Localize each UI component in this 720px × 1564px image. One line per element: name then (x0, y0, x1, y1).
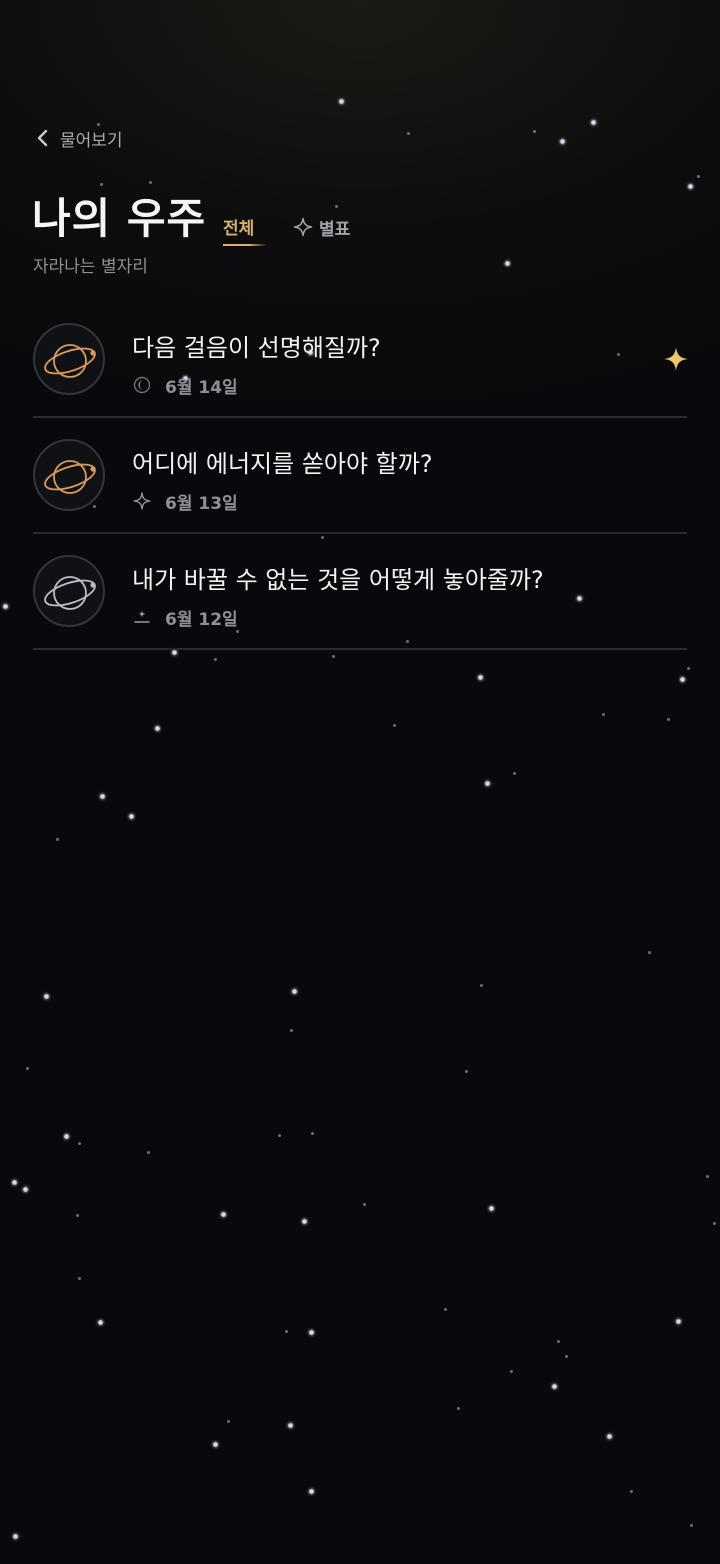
star-dot (41, 991, 52, 1002)
question-meta: 6월 12일 (133, 604, 238, 630)
question-text: 내가 바꿀 수 없는 것을 어떻게 놓아줄까? (132, 566, 544, 594)
star-dot (502, 258, 513, 269)
star-dot (78, 1277, 81, 1280)
question-meta: 6월 13일 (133, 488, 238, 514)
star-dot (457, 1407, 460, 1410)
planet-avatar (33, 439, 105, 511)
question-list: 다음 걸음이 선명해질까? 6월 14일 어디에 에너지를 쏟아야 할까? 6월… (33, 302, 689, 650)
star-dot (290, 1029, 293, 1032)
star-dot (76, 1214, 79, 1217)
question-date: 6월 14일 (165, 377, 238, 398)
tab-starred-label: 별표 (319, 219, 351, 240)
star-dot (475, 672, 486, 683)
page-subtitle: 자라나는 별자리 (33, 257, 148, 277)
star-filled-icon[interactable] (663, 346, 689, 372)
star-dot (335, 205, 338, 208)
star-dot (557, 136, 568, 147)
star-dot (673, 1316, 684, 1327)
back-label: 물어보기 (60, 130, 123, 151)
star-dot (393, 724, 396, 727)
question-item[interactable]: 내가 바꿀 수 없는 것을 어떻게 놓아줄까? 6월 12일 (33, 534, 687, 650)
star-dot (407, 132, 410, 135)
planet-icon (44, 460, 96, 494)
moon-icon (133, 376, 151, 394)
question-item[interactable]: 다음 걸음이 선명해질까? 6월 14일 (33, 302, 689, 418)
star-dot (152, 723, 163, 734)
sunrise-icon (134, 610, 150, 623)
star-dot (26, 1067, 29, 1070)
star-dot (299, 1216, 310, 1227)
question-text: 다음 걸음이 선명해질까? (132, 334, 381, 362)
star-dot (685, 181, 696, 192)
planet-avatar (33, 323, 105, 395)
star-dot (210, 1439, 221, 1450)
question-date: 6월 13일 (165, 493, 238, 514)
sparkle-icon (133, 492, 151, 510)
star-dot (557, 1340, 560, 1343)
star-dot (602, 713, 605, 716)
star-dot (480, 984, 483, 987)
star-dot (20, 1184, 31, 1195)
question-date: 6월 12일 (165, 609, 238, 630)
star-dot (697, 175, 700, 178)
star-dot (214, 658, 217, 661)
star-dot (533, 130, 536, 133)
star-dot (630, 1490, 633, 1493)
star-dot (513, 772, 516, 775)
tab-all[interactable]: 전체 (223, 214, 254, 239)
planet-icon (44, 344, 96, 378)
star-dot (482, 778, 493, 789)
star-dot (61, 1131, 72, 1142)
star-dot (677, 674, 688, 685)
star-dot (588, 117, 599, 128)
question-item[interactable]: 어디에 에너지를 쏟아야 할까? 6월 13일 (33, 418, 687, 534)
star-dot (667, 718, 670, 721)
star-dot (444, 1308, 447, 1311)
star-dot (149, 181, 152, 184)
planet-icon (44, 576, 96, 610)
star-dot (510, 1370, 513, 1373)
star-dot (10, 1531, 21, 1542)
star-dot (0, 601, 11, 612)
star-dot (486, 1203, 497, 1214)
star-dot (285, 1420, 296, 1431)
star-dot (289, 986, 300, 997)
star-dot (147, 1151, 150, 1154)
page-title: 나의 우주 (32, 194, 207, 243)
star-dot (648, 951, 651, 954)
star-dot (706, 1175, 709, 1178)
star-dot (604, 1431, 615, 1442)
star-outline-icon (293, 217, 313, 237)
back-button[interactable]: 물어보기 (36, 122, 123, 154)
star-dot (285, 1330, 288, 1333)
star-dot (687, 667, 690, 670)
star-dot (565, 1355, 568, 1358)
star-dot (465, 1070, 468, 1073)
star-dot (95, 1317, 106, 1328)
star-dot (311, 1132, 314, 1135)
star-dot (336, 96, 347, 107)
tab-starred[interactable]: 별표 (293, 214, 350, 240)
star-dot (332, 655, 335, 658)
star-dot (227, 1420, 230, 1423)
star-dot (306, 1486, 317, 1497)
question-text: 어디에 에너지를 쏟아야 할까? (132, 450, 433, 478)
star-dot (78, 1142, 81, 1145)
star-dot (97, 791, 108, 802)
star-dot (549, 1381, 560, 1392)
tab-active-indicator (223, 244, 267, 246)
star-dot (218, 1209, 229, 1220)
question-meta: 6월 14일 (133, 372, 238, 398)
star-dot (56, 838, 59, 841)
star-dot (363, 1203, 366, 1206)
planet-avatar (33, 555, 105, 627)
star-dot (306, 1327, 317, 1338)
chevron-left-icon (37, 129, 48, 147)
star-dot (126, 811, 137, 822)
star-dot (9, 1177, 20, 1188)
star-dot (278, 1134, 281, 1137)
star-dot (713, 1222, 716, 1225)
star-dot (100, 183, 103, 186)
star-dot (690, 1524, 693, 1527)
